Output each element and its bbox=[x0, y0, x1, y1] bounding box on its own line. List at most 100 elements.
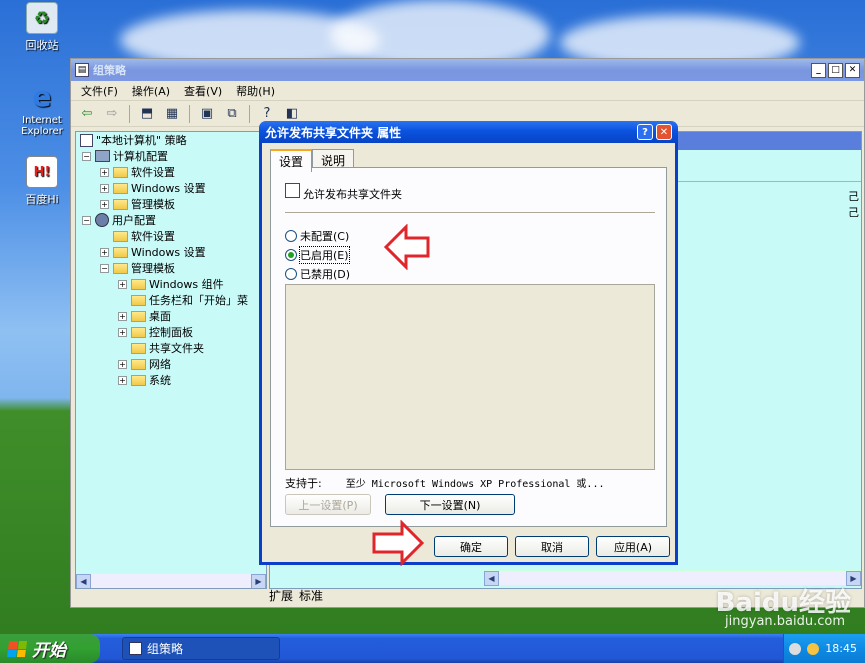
radio-circle-selected[interactable] bbox=[285, 249, 297, 261]
ok-button[interactable]: 确定 bbox=[434, 536, 508, 557]
tray-icon[interactable] bbox=[807, 642, 820, 655]
radio-not-configured[interactable]: 未配置(C) bbox=[285, 228, 349, 244]
tree-item[interactable]: + 桌面 bbox=[76, 308, 266, 324]
folder-icon bbox=[113, 198, 128, 210]
folder-icon bbox=[113, 230, 128, 242]
tree-item[interactable]: 任务栏和「开始」菜 bbox=[76, 292, 266, 308]
scroll-left-icon[interactable]: ◀ bbox=[76, 573, 91, 588]
maximize-button[interactable]: □ bbox=[828, 62, 843, 78]
divider bbox=[285, 212, 655, 213]
tree-horizontal-scrollbar[interactable]: ◀ ▶ bbox=[76, 573, 266, 588]
folder-icon bbox=[131, 358, 146, 370]
tree-item-computer-config[interactable]: − 计算机配置 bbox=[76, 148, 266, 164]
menu-file[interactable]: 文件(F) bbox=[81, 83, 118, 99]
desktop-icon-recycle-bin[interactable]: ♻ 回收站 bbox=[10, 2, 74, 53]
tree-item[interactable]: + Windows 设置 bbox=[76, 180, 266, 196]
start-button[interactable]: 开始 bbox=[0, 634, 100, 663]
tree-item[interactable]: + 控制面板 bbox=[76, 324, 266, 340]
collapse-icon[interactable]: − bbox=[100, 263, 109, 273]
export-list-icon[interactable]: ⧉ bbox=[222, 104, 242, 124]
collapse-icon[interactable]: − bbox=[82, 151, 91, 161]
radio-enabled[interactable]: 已启用(E) bbox=[285, 246, 350, 264]
recycle-bin-icon: ♻ bbox=[26, 2, 58, 34]
computer-icon bbox=[95, 150, 110, 162]
window-title: 组策略 bbox=[93, 64, 126, 77]
previous-setting-button[interactable]: 上一设置(P) bbox=[285, 494, 371, 515]
expand-icon[interactable]: + bbox=[118, 359, 127, 369]
dialog-help-button[interactable]: ? bbox=[637, 124, 653, 140]
menu-help[interactable]: 帮助(H) bbox=[236, 83, 275, 99]
minimize-button[interactable]: _ bbox=[811, 62, 826, 78]
expand-icon[interactable]: + bbox=[100, 183, 109, 193]
tray-icon[interactable] bbox=[789, 642, 802, 655]
cancel-button[interactable]: 取消 bbox=[515, 536, 589, 557]
policy-icon bbox=[80, 133, 93, 147]
expand-icon[interactable]: + bbox=[118, 375, 127, 385]
expand-icon[interactable]: + bbox=[118, 311, 127, 321]
baidu-watermark-url: jingyan.baidu.com bbox=[725, 614, 845, 629]
tree-item[interactable]: + Windows 组件 bbox=[76, 276, 266, 292]
folder-icon bbox=[113, 182, 128, 194]
expand-icon[interactable]: + bbox=[100, 167, 109, 177]
desktop-icon-label: 回收站 bbox=[25, 39, 59, 52]
tab-extended[interactable]: 扩展 bbox=[269, 587, 293, 604]
supported-value: 至少 Microsoft Windows XP Professional 或..… bbox=[345, 479, 605, 490]
tree-item-root[interactable]: "本地计算机" 策略 bbox=[76, 132, 266, 148]
folder-icon bbox=[113, 262, 128, 274]
next-setting-button[interactable]: 下一设置(N) bbox=[385, 494, 515, 515]
tree-item[interactable]: − 管理模板 bbox=[76, 260, 266, 276]
scroll-left-icon[interactable]: ◀ bbox=[484, 570, 499, 586]
close-button[interactable]: ✕ bbox=[845, 62, 860, 78]
expand-icon[interactable]: + bbox=[100, 199, 109, 209]
up-folder-icon[interactable]: ⬒ bbox=[137, 104, 157, 124]
system-tray: 18:45 bbox=[783, 634, 865, 663]
forward-icon[interactable]: ⇨ bbox=[102, 104, 122, 124]
back-icon[interactable]: ⇦ bbox=[77, 104, 97, 124]
folder-icon bbox=[131, 310, 146, 322]
column-header-strip bbox=[674, 168, 861, 182]
folder-icon bbox=[113, 246, 128, 258]
policy-name: 允许发布共享文件夹 bbox=[303, 188, 402, 201]
tree-item[interactable]: + 网络 bbox=[76, 356, 266, 372]
radio-circle[interactable] bbox=[285, 268, 297, 280]
show-tree-icon[interactable]: ▦ bbox=[162, 104, 182, 124]
tab-standard[interactable]: 标准 bbox=[299, 587, 323, 604]
dialog-titlebar[interactable]: 允许发布共享文件夹 属性 ? ✕ bbox=[259, 121, 678, 143]
state-fragment: 己 bbox=[848, 206, 859, 219]
window-titlebar[interactable]: ▤ 组策略 _ □ ✕ bbox=[71, 59, 864, 81]
expand-icon[interactable]: + bbox=[118, 327, 127, 337]
taskbar-item-group-policy[interactable]: 组策略 bbox=[122, 637, 280, 660]
scroll-right-icon[interactable]: ▶ bbox=[251, 573, 266, 588]
properties-icon[interactable]: ▣ bbox=[197, 104, 217, 124]
tree-item[interactable]: + 系统 bbox=[76, 372, 266, 388]
tree-item[interactable]: 软件设置 bbox=[76, 228, 266, 244]
tree-item[interactable]: + 软件设置 bbox=[76, 164, 266, 180]
expand-icon[interactable]: + bbox=[100, 247, 109, 257]
folder-icon bbox=[131, 326, 146, 338]
desktop-icon-baidu-hi[interactable]: H! 百度Hi bbox=[10, 156, 74, 207]
collapse-icon[interactable]: − bbox=[82, 215, 91, 225]
menu-view[interactable]: 查看(V) bbox=[184, 83, 222, 99]
dialog-close-button[interactable]: ✕ bbox=[656, 124, 672, 140]
policy-setting-icon bbox=[285, 182, 300, 198]
tree-item-user-config[interactable]: − 用户配置 bbox=[76, 212, 266, 228]
dialog-title: 允许发布共享文件夹 属性 bbox=[265, 125, 402, 140]
folder-icon bbox=[113, 166, 128, 178]
apply-button[interactable]: 应用(A) bbox=[596, 536, 670, 557]
clock[interactable]: 18:45 bbox=[825, 642, 857, 655]
tab-settings[interactable]: 设置 bbox=[270, 149, 313, 172]
radio-circle[interactable] bbox=[285, 230, 297, 242]
baidu-hi-icon: H! bbox=[26, 156, 58, 188]
desktop-icon-label: 百度Hi bbox=[25, 193, 59, 206]
desktop-icon-label: Internet Explorer bbox=[21, 115, 63, 137]
open-folder-icon bbox=[131, 342, 146, 354]
annotation-arrow-right-icon bbox=[372, 520, 424, 566]
tree-item[interactable]: + Windows 设置 bbox=[76, 244, 266, 260]
radio-disabled[interactable]: 已禁用(D) bbox=[285, 266, 350, 282]
menu-action[interactable]: 操作(A) bbox=[132, 83, 170, 99]
tree-item-shared-folders[interactable]: 共享文件夹 bbox=[76, 340, 266, 356]
tree-item[interactable]: + 管理模板 bbox=[76, 196, 266, 212]
expand-icon[interactable]: + bbox=[118, 279, 127, 289]
policy-tree: "本地计算机" 策略 − 计算机配置 + 软件设置 + Windows 设置 +… bbox=[75, 131, 267, 589]
desktop-icon-internet-explorer[interactable]: e Internet Explorer bbox=[10, 80, 74, 138]
